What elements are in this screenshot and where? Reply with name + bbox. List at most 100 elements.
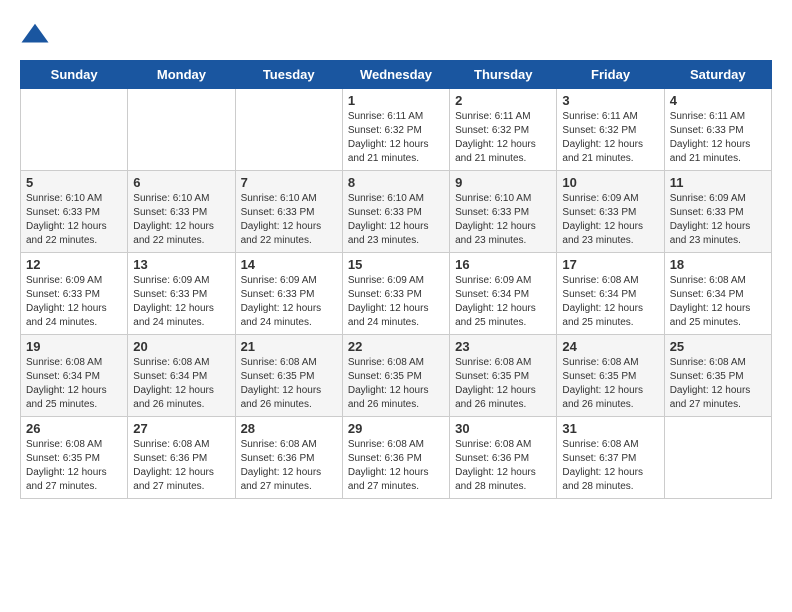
week-row-0: 1 Sunrise: 6:11 AM Sunset: 6:32 PM Daylig… xyxy=(21,89,772,171)
day-info: Sunrise: 6:08 AM Sunset: 6:37 PM Dayligh… xyxy=(562,438,658,494)
day-number: 16 xyxy=(455,257,551,272)
day-info: Sunrise: 6:08 AM Sunset: 6:35 PM Dayligh… xyxy=(241,356,337,412)
day-number: 10 xyxy=(562,175,658,190)
calendar-cell xyxy=(664,417,771,499)
calendar-cell: 2 Sunrise: 6:11 AM Sunset: 6:32 PM Daylig… xyxy=(450,89,557,171)
day-info: Sunrise: 6:08 AM Sunset: 6:36 PM Dayligh… xyxy=(241,438,337,494)
day-header-monday: Monday xyxy=(128,61,235,89)
calendar-cell: 22 Sunrise: 6:08 AM Sunset: 6:35 PM Dayli… xyxy=(342,335,449,417)
calendar-cell: 20 Sunrise: 6:08 AM Sunset: 6:34 PM Dayli… xyxy=(128,335,235,417)
logo-icon xyxy=(20,20,50,50)
day-info: Sunrise: 6:09 AM Sunset: 6:33 PM Dayligh… xyxy=(670,192,766,248)
day-number: 29 xyxy=(348,421,444,436)
calendar-cell: 9Sunrise: 6:10 AM Sunset: 6:33 PM Daylig… xyxy=(450,171,557,253)
calendar-table: SundayMondayTuesdayWednesdayThursdayFrid… xyxy=(20,60,772,499)
day-info: Sunrise: 6:11 AM Sunset: 6:33 PM Dayligh… xyxy=(670,110,766,166)
day-number: 4 xyxy=(670,93,766,108)
day-header-thursday: Thursday xyxy=(450,61,557,89)
day-number: 15 xyxy=(348,257,444,272)
calendar-cell xyxy=(235,89,342,171)
day-info: Sunrise: 6:09 AM Sunset: 6:33 PM Dayligh… xyxy=(348,274,444,330)
calendar-cell: 1Sunrise: 6:11 AM Sunset: 6:32 PM Daylig… xyxy=(342,89,449,171)
day-header-wednesday: Wednesday xyxy=(342,61,449,89)
day-info: Sunrise: 6:08 AM Sunset: 6:34 PM Dayligh… xyxy=(670,274,766,330)
day-info: Sunrise: 6:08 AM Sunset: 6:35 PM Dayligh… xyxy=(455,356,551,412)
day-info: Sunrise: 6:09 AM Sunset: 6:33 PM Dayligh… xyxy=(133,274,229,330)
day-info: Sunrise: 6:08 AM Sunset: 6:36 PM Dayligh… xyxy=(348,438,444,494)
week-row-4: 26 Sunrise: 6:08 AM Sunset: 6:35 PM Dayli… xyxy=(21,417,772,499)
day-number: 31 xyxy=(562,421,658,436)
day-number: 3 xyxy=(562,93,658,108)
day-number: 17 xyxy=(562,257,658,272)
day-number: 12 xyxy=(26,257,122,272)
day-number: 28 xyxy=(241,421,337,436)
day-header-sunday: Sunday xyxy=(21,61,128,89)
calendar-cell: 17 Sunrise: 6:08 AM Sunset: 6:34 PM Dayli… xyxy=(557,253,664,335)
calendar-cell: 5 Sunrise: 6:10 AM Sunset: 6:33 PM Daylig… xyxy=(21,171,128,253)
day-info: Sunrise: 6:08 AM Sunset: 6:34 PM Dayligh… xyxy=(562,274,658,330)
day-number: 22 xyxy=(348,339,444,354)
day-number: 1 xyxy=(348,93,444,108)
day-info: Sunrise: 6:09 AM Sunset: 6:34 PM Dayligh… xyxy=(455,274,551,330)
day-info: Sunrise: 6:08 AM Sunset: 6:35 PM Dayligh… xyxy=(26,438,122,494)
day-number: 7 xyxy=(241,175,337,190)
day-number: 21 xyxy=(241,339,337,354)
calendar-cell: 27 Sunrise: 6:08 AM Sunset: 6:36 PM Dayli… xyxy=(128,417,235,499)
header-row: SundayMondayTuesdayWednesdayThursdayFrid… xyxy=(21,61,772,89)
day-header-saturday: Saturday xyxy=(664,61,771,89)
day-info: Sunrise: 6:11 AM Sunset: 6:32 PM Dayligh… xyxy=(455,110,551,166)
day-number: 13 xyxy=(133,257,229,272)
calendar-cell: 15 Sunrise: 6:09 AM Sunset: 6:33 PM Dayli… xyxy=(342,253,449,335)
day-header-tuesday: Tuesday xyxy=(235,61,342,89)
calendar-cell: 25 Sunrise: 6:08 AM Sunset: 6:35 PM Dayli… xyxy=(664,335,771,417)
day-header-friday: Friday xyxy=(557,61,664,89)
calendar-cell: 29 Sunrise: 6:08 AM Sunset: 6:36 PM Dayli… xyxy=(342,417,449,499)
calendar-header: SundayMondayTuesdayWednesdayThursdayFrid… xyxy=(21,61,772,89)
calendar-cell: 8 Sunrise: 6:10 AM Sunset: 6:33 PM Daylig… xyxy=(342,171,449,253)
day-info: Sunrise: 6:10 AM Sunset: 6:33 PM Dayligh… xyxy=(348,192,444,248)
day-number: 23 xyxy=(455,339,551,354)
calendar-cell: 11 Sunrise: 6:09 AM Sunset: 6:33 PM Dayli… xyxy=(664,171,771,253)
day-number: 25 xyxy=(670,339,766,354)
day-number: 18 xyxy=(670,257,766,272)
calendar-cell: 18 Sunrise: 6:08 AM Sunset: 6:34 PM Dayli… xyxy=(664,253,771,335)
calendar-cell: 13 Sunrise: 6:09 AM Sunset: 6:33 PM Dayli… xyxy=(128,253,235,335)
week-row-3: 19Sunrise: 6:08 AM Sunset: 6:34 PM Dayli… xyxy=(21,335,772,417)
day-info: Sunrise: 6:08 AM Sunset: 6:34 PM Dayligh… xyxy=(133,356,229,412)
week-row-2: 12 Sunrise: 6:09 AM Sunset: 6:33 PM Dayli… xyxy=(21,253,772,335)
day-info: Sunrise: 6:08 AM Sunset: 6:36 PM Dayligh… xyxy=(455,438,551,494)
day-number: 26 xyxy=(26,421,122,436)
calendar-cell: 3Sunrise: 6:11 AM Sunset: 6:32 PM Daylig… xyxy=(557,89,664,171)
day-number: 24 xyxy=(562,339,658,354)
week-row-1: 5 Sunrise: 6:10 AM Sunset: 6:33 PM Daylig… xyxy=(21,171,772,253)
day-info: Sunrise: 6:09 AM Sunset: 6:33 PM Dayligh… xyxy=(241,274,337,330)
day-number: 8 xyxy=(348,175,444,190)
day-info: Sunrise: 6:09 AM Sunset: 6:33 PM Dayligh… xyxy=(26,274,122,330)
calendar-cell: 30 Sunrise: 6:08 AM Sunset: 6:36 PM Dayli… xyxy=(450,417,557,499)
day-info: Sunrise: 6:10 AM Sunset: 6:33 PM Dayligh… xyxy=(133,192,229,248)
calendar-cell: 6Sunrise: 6:10 AM Sunset: 6:33 PM Daylig… xyxy=(128,171,235,253)
day-number: 11 xyxy=(670,175,766,190)
day-info: Sunrise: 6:08 AM Sunset: 6:35 PM Dayligh… xyxy=(670,356,766,412)
calendar-cell: 21 Sunrise: 6:08 AM Sunset: 6:35 PM Dayli… xyxy=(235,335,342,417)
calendar-cell: 26 Sunrise: 6:08 AM Sunset: 6:35 PM Dayli… xyxy=(21,417,128,499)
day-number: 5 xyxy=(26,175,122,190)
day-number: 20 xyxy=(133,339,229,354)
day-number: 27 xyxy=(133,421,229,436)
calendar-cell: 16 Sunrise: 6:09 AM Sunset: 6:34 PM Dayli… xyxy=(450,253,557,335)
header xyxy=(20,20,772,50)
day-number: 9 xyxy=(455,175,551,190)
day-info: Sunrise: 6:08 AM Sunset: 6:36 PM Dayligh… xyxy=(133,438,229,494)
calendar-cell: 14Sunrise: 6:09 AM Sunset: 6:33 PM Dayli… xyxy=(235,253,342,335)
calendar-cell xyxy=(128,89,235,171)
calendar-cell: 10Sunrise: 6:09 AM Sunset: 6:33 PM Dayli… xyxy=(557,171,664,253)
day-number: 2 xyxy=(455,93,551,108)
calendar-cell: 7Sunrise: 6:10 AM Sunset: 6:33 PM Daylig… xyxy=(235,171,342,253)
calendar-cell xyxy=(21,89,128,171)
calendar-cell: 31 Sunrise: 6:08 AM Sunset: 6:37 PM Dayli… xyxy=(557,417,664,499)
day-info: Sunrise: 6:08 AM Sunset: 6:35 PM Dayligh… xyxy=(348,356,444,412)
day-number: 30 xyxy=(455,421,551,436)
day-info: Sunrise: 6:10 AM Sunset: 6:33 PM Dayligh… xyxy=(26,192,122,248)
calendar-cell: 28 Sunrise: 6:08 AM Sunset: 6:36 PM Dayli… xyxy=(235,417,342,499)
day-info: Sunrise: 6:08 AM Sunset: 6:34 PM Dayligh… xyxy=(26,356,122,412)
